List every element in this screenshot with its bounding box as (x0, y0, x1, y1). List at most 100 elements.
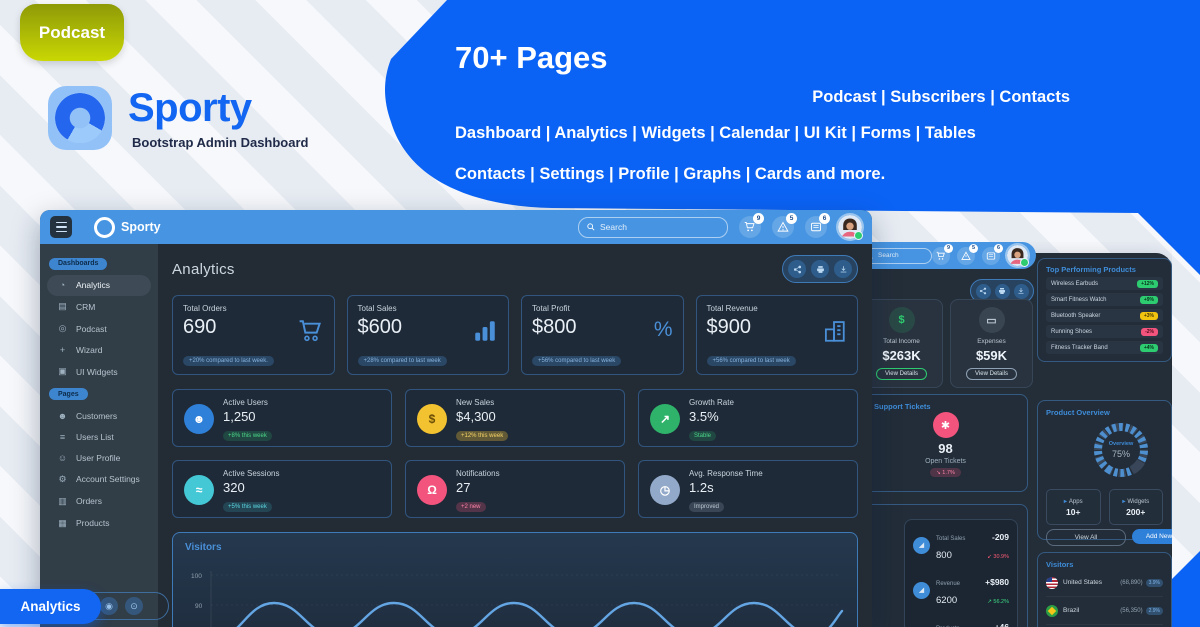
percent-icon: % (654, 318, 673, 342)
view-details-button[interactable]: View Details (966, 368, 1017, 380)
wizard-icon: + (57, 345, 68, 355)
orders-icon: ▥ (57, 496, 68, 507)
trend-badge: +9% (1140, 296, 1158, 304)
navbar-brand[interactable]: Sporty (94, 217, 161, 238)
sidebar-item-products[interactable]: ▦Products (47, 512, 151, 534)
sidebar-section-dashboards: Dashboards (49, 258, 107, 270)
main-content: Analytics Total Orders 690 +20% compared… (158, 244, 872, 627)
trend-badge: +12% (1137, 280, 1158, 288)
view-all-button[interactable]: View All (1046, 529, 1126, 546)
sidebar-section-pages: Pages (49, 388, 88, 400)
widgets-icon: ▣ (57, 366, 68, 377)
alerts-button[interactable]: 5 (772, 216, 794, 238)
messages-button[interactable]: 6 (805, 216, 827, 238)
eye-icon-button[interactable]: ◉ (100, 597, 118, 615)
brand-name: Sporty (128, 86, 308, 130)
download-icon (1017, 287, 1025, 295)
brazil-flag-icon (1046, 605, 1058, 617)
view-details-button[interactable]: View Details (876, 368, 927, 380)
list-icon: ≡ (57, 432, 68, 442)
list-item: Wireless Earbuds+12% (1046, 277, 1163, 290)
expenses-card: ▭ Expenses $59K View Details (950, 299, 1033, 388)
panel-title: Product Overview (1046, 408, 1163, 417)
products-icon: ▦ (57, 518, 68, 529)
list-item: Smart Fitness Watch+9% (1046, 293, 1163, 306)
share-button[interactable] (976, 284, 991, 299)
dollar-icon: $ (417, 404, 447, 434)
hero-nav-row-1: Podcast | Subscribers | Contacts (600, 88, 1070, 107)
menu-toggle-button[interactable] (50, 216, 72, 238)
user-avatar[interactable] (1007, 245, 1028, 266)
dollar-icon: $ (889, 307, 915, 333)
us-flag-icon (1046, 577, 1058, 589)
top-products-panel: Top Performing Products Wireless Earbuds… (1037, 258, 1172, 362)
power-icon-button[interactable]: ⊙ (125, 597, 143, 615)
chart-icon: ◢ (913, 537, 930, 554)
alerts-count-badge: 5 (786, 213, 797, 224)
users-icon: ☻ (184, 404, 214, 434)
kpi-badge: +28% compared to last week (358, 356, 447, 366)
metric-badge: Improved (689, 502, 724, 512)
sidebar-item-user-profile[interactable]: ☺User Profile (47, 447, 151, 468)
metric-card-avg-response-time: ◷ Avg. Response Time 1.2s Improved (638, 460, 858, 518)
trend-badge: +3% (1140, 312, 1158, 320)
analytics-icon: ◔ (57, 280, 68, 290)
podcast-corner-badge: Podcast (20, 4, 124, 61)
sales-summary-card: ◢ Total Sales800 -209↙ 30.9% ◢ Revenue62… (904, 519, 1018, 627)
hero-nav-row-2: Dashboard | Analytics | Widgets | Calend… (455, 124, 1179, 143)
chart-title: Visitors (185, 542, 845, 553)
panel-title: Visitors (1046, 560, 1163, 569)
alerts-button[interactable]: 5 (957, 247, 975, 265)
user-avatar[interactable] (838, 215, 862, 239)
download-button[interactable] (1014, 284, 1029, 299)
kpi-badge: +56% compared to last week (707, 356, 796, 366)
sidebar-item-ui-widgets[interactable]: ▣UI Widgets (47, 361, 151, 383)
sidebar-item-crm[interactable]: ▤CRM (47, 296, 151, 318)
caret-icon: ▸ (1122, 499, 1125, 505)
print-button[interactable] (811, 260, 829, 278)
kpi-badge: +20% compared to last week. (183, 356, 274, 366)
ticket-icon: ✱ (933, 412, 959, 438)
share-button[interactable] (788, 260, 806, 278)
apps-stat-box: ▸Apps 10+ (1046, 489, 1101, 525)
print-button[interactable] (995, 284, 1010, 299)
bar-chart-icon (472, 318, 498, 349)
trend-badge: +4% (1140, 344, 1158, 352)
sidebar-item-podcast[interactable]: ◎Podcast (47, 318, 151, 340)
hero-nav-more: and more. (806, 165, 885, 183)
list-item: Fitness Tracker Band+4% (1046, 341, 1163, 354)
trend-badge: -2% (1141, 328, 1158, 336)
alert-triangle-icon (961, 251, 971, 261)
metric-badge: +12% this week (456, 431, 508, 441)
sidebar-item-wizard[interactable]: +Wizard (47, 340, 151, 361)
widgets-stat-box: ▸Widgets 200+ (1109, 489, 1164, 525)
sidebar-item-users-list[interactable]: ≡Users List (47, 426, 151, 447)
visitors-line-chart: 100 90 80 (185, 557, 845, 627)
sidebar-item-analytics[interactable]: ◔Analytics (47, 275, 151, 296)
online-status-dot (1020, 258, 1029, 267)
sidebar-item-account-settings[interactable]: ⚙Account Settings (47, 468, 151, 490)
credit-card-icon: ▭ (979, 307, 1005, 333)
search-input[interactable]: Search (578, 217, 728, 238)
share-icon (979, 287, 987, 295)
sidebar-item-orders[interactable]: ▥Orders (47, 490, 151, 512)
cart-icon (936, 251, 946, 261)
main-dashboard-window: Sporty Search 9 5 6 (40, 210, 872, 627)
panel-title: Support Tickets (874, 402, 1017, 411)
messages-button[interactable]: 6 (982, 247, 1000, 265)
download-button[interactable] (834, 260, 852, 278)
analytics-corner-badge: Analytics (0, 589, 101, 624)
cart-button[interactable]: 9 (739, 216, 761, 238)
list-item: Bluetooth Speaker+3% (1046, 309, 1163, 322)
sidebar-item-customers[interactable]: ☻Customers (47, 405, 151, 426)
metric-card-active-users: ☻ Active Users 1,250 +8% this week (172, 389, 392, 447)
secondary-dashboard-window: Search 9 5 6 $ Total In (850, 242, 1172, 627)
list-item: ◢ Products630 +46↗ 28.8% (913, 617, 1009, 627)
percent-badge: 3.9% (1146, 579, 1163, 587)
add-new-button[interactable]: Add New (1132, 529, 1172, 544)
tickets-trend-badge: ↘ 1.7% (930, 468, 961, 477)
sidebar: Dashboards ◔Analytics ▤CRM ◎Podcast +Wiz… (40, 244, 158, 627)
cart-button[interactable]: 9 (932, 247, 950, 265)
metric-card-new-sales: $ New Sales $4,300 +12% this week (405, 389, 625, 447)
svg-text:100: 100 (191, 573, 202, 580)
